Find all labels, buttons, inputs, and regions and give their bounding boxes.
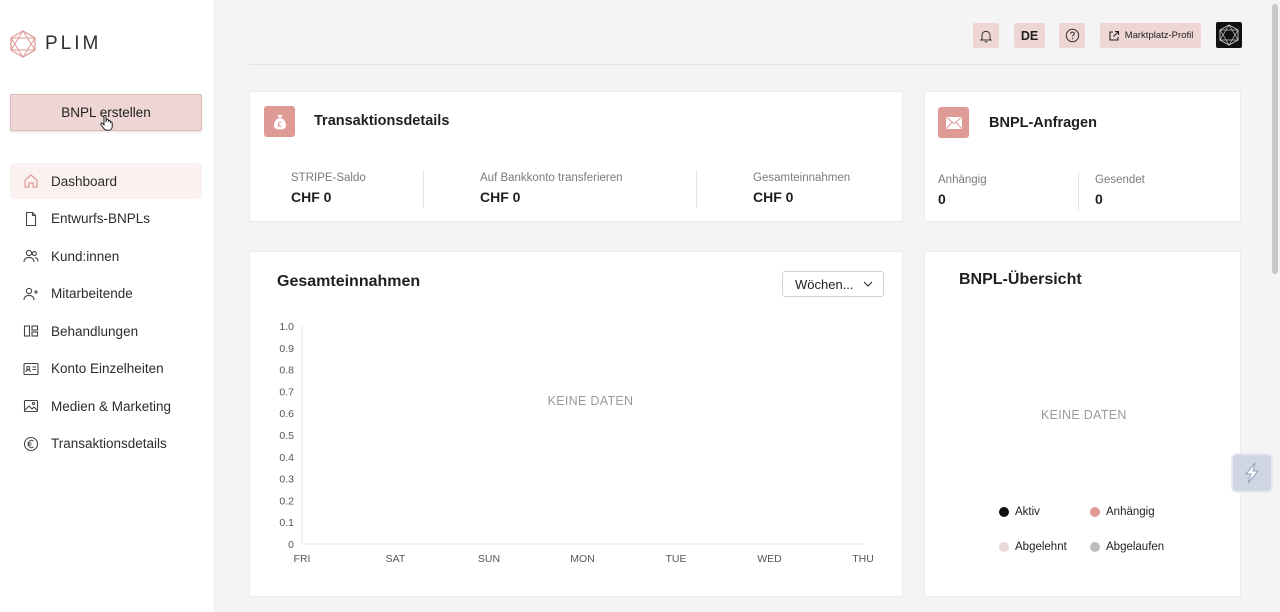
pending-label: Anhängig [938,174,987,186]
euro-icon [23,436,39,451]
legend-swatch [1090,542,1100,552]
sidebar-item-draft-bnpls[interactable]: Entwurfs-BNPLs [10,201,202,237]
sidebar-item-transactions[interactable]: Transaktionsdetails [10,426,202,462]
y-tick-label: 0.2 [279,495,294,507]
sidebar-item-label: Kund:innen [51,248,120,264]
sent-label: Gesendet [1095,174,1145,186]
total-revenue-value: CHF 0 [753,189,794,205]
stat-divider [423,170,424,208]
y-tick-label: 0.1 [279,517,294,529]
sent-value: 0 [1095,191,1103,207]
overview-no-data-label: KEINE DATEN [1041,408,1127,422]
language-switcher[interactable]: DE [1014,23,1045,48]
revenue-line-chart: 1.0 0.9 0.8 0.7 0.6 0.5 0.4 0.3 0.2 0.1 0FRI SAT SUN… [279,321,874,565]
y-tick-label: 0.4 [279,452,294,464]
y-tick-label: 0 [288,539,294,551]
y-tick-label: 0.7 [279,386,294,398]
legend-label: Aktiv [1015,506,1040,518]
bnpl-requests-card: BNPL-Anfragen Anhängig 0 Gesendet 0 [924,91,1241,222]
bank-transfer-label: Auf Bankkonto transferieren [480,172,623,184]
mail-icon [938,107,969,138]
x-tick-label: FRI [294,553,311,565]
sidebar-item-media-marketing[interactable]: Medien & Marketing [10,388,202,424]
transactions-title: Transaktionsdetails [314,113,450,129]
revenue-chart-card: Gesamteinnahmen Wöchen... 1.0 0.9 0.8 0.7 0.… [249,251,903,597]
stripe-balance-label: STRIPE-Saldo [291,172,366,184]
avatar[interactable] [1216,22,1242,48]
x-tick-label: THU [852,553,874,565]
y-tick-label: 0.6 [279,408,294,420]
plim-logo-icon [10,30,36,58]
marketplace-profile-button[interactable]: Marktplatz-Profil [1100,23,1201,48]
header-divider [249,64,1240,65]
sidebar-item-label: Behandlungen [51,323,139,339]
marketplace-profile-label: Marktplatz-Profil [1124,30,1194,41]
sidebar-item-label: Dashboard [51,173,118,189]
bnpl-overview-title: BNPL-Übersicht [959,271,1082,288]
file-icon [25,211,37,226]
y-tick-label: 0.3 [279,474,294,486]
page-scrollbar[interactable] [1272,4,1278,274]
legend-item-active: Aktiv [999,506,1040,518]
x-tick-label: SAT [386,553,406,565]
stripe-balance-value: CHF 0 [291,189,332,205]
sidebar-nav: Dashboard Entwurfs-BNPLs Kund:innen Mita… [10,163,202,463]
bell-icon [979,30,993,43]
id-card-icon [23,362,39,375]
external-link-icon [1109,30,1119,41]
sidebar-item-label: Medien & Marketing [51,398,172,414]
bnpl-overview-card: BNPL-Übersicht KEINE DATEN Aktiv Anhängi… [924,251,1241,597]
sidebar-item-treatments[interactable]: Behandlungen [10,313,202,349]
legend-item-pending: Anhängig [1090,506,1155,518]
sidebar-item-customers[interactable]: Kund:innen [10,238,202,274]
legend-label: Abgelehnt [1015,541,1067,553]
money-bag-icon [264,106,295,137]
sidebar-item-account-details[interactable]: Konto Einzelheiten [10,351,202,387]
help-button[interactable] [1059,23,1085,48]
bank-transfer-value: CHF 0 [480,189,521,205]
floating-widget-button[interactable] [1231,453,1273,493]
y-tick-label: 0.8 [279,365,294,377]
pending-value: 0 [938,191,946,207]
sidebar: PLIM BNPL erstellen Dashboard Entwurfs-B… [0,0,215,612]
user-plus-icon [23,287,38,300]
x-tick-label: SUN [478,553,500,565]
legend-label: Anhängig [1106,506,1155,518]
legend-item-expired: Abgelaufen [1090,541,1164,553]
stat-divider [696,170,697,208]
legend-item-declined: Abgelehnt [999,541,1067,553]
brand-name: PLIM [45,33,102,54]
sidebar-item-dashboard[interactable]: Dashboard [10,163,202,199]
total-revenue-label: Gesamteinnahmen [753,172,851,184]
avatar-logo-icon [1219,24,1239,46]
legend-swatch [1090,507,1100,517]
x-tick-label: MON [570,553,595,565]
layout-icon [23,325,39,337]
sidebar-item-label: Transaktionsdetails [51,436,167,451]
x-tick-label: TUE [666,553,687,565]
lightning-icon [1244,462,1260,484]
brand-logo[interactable]: PLIM [10,30,101,58]
sidebar-item-label: Mitarbeitende [51,286,133,301]
y-tick-label: 1.0 [279,321,294,333]
y-tick-label: 0.5 [279,430,294,442]
revenue-no-data-label: KEINE DATEN [548,394,634,408]
legend-swatch [999,542,1009,552]
transactions-card: Transaktionsdetails STRIPE-Saldo CHF 0 A… [249,91,903,222]
notifications-button[interactable] [973,23,999,48]
sidebar-item-label: Konto Einzelheiten [51,361,164,376]
users-icon [23,249,39,263]
image-icon [23,399,39,413]
legend-swatch [999,507,1009,517]
sidebar-item-label: Entwurfs-BNPLs [51,211,151,226]
sidebar-item-employees[interactable]: Mitarbeitende [10,276,202,312]
bnpl-requests-title: BNPL-Anfragen [989,115,1097,131]
help-icon [1065,28,1079,43]
legend-label: Abgelaufen [1106,541,1165,553]
home-icon [24,174,38,188]
y-tick-label: 0.9 [279,343,294,355]
stat-divider [1078,172,1079,210]
hand-cursor-icon [100,115,113,131]
x-tick-label: WED [757,553,782,565]
